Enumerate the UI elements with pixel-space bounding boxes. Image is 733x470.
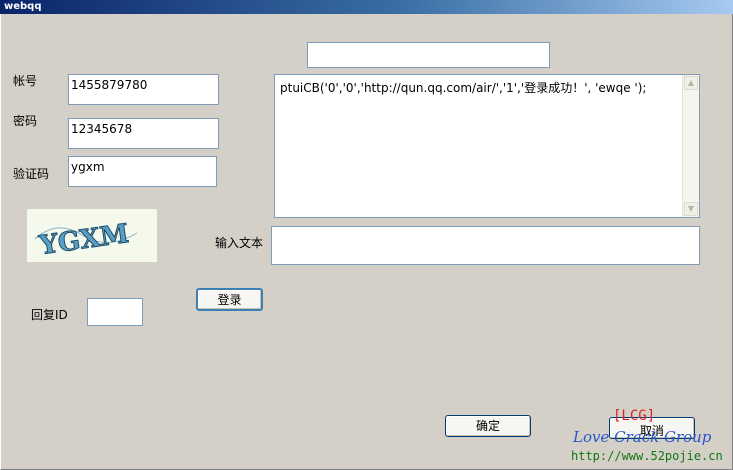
response-textarea[interactable]: ptuiCB('0','0','http://qun.qq.com/air/',… (274, 74, 700, 218)
reply-id-label: 回复ID (31, 308, 68, 322)
account-label: 帐号 (13, 74, 38, 88)
watermark-group: Love Crack Group (573, 428, 712, 446)
watermark-url: http://www.52pojie.cn (571, 449, 723, 463)
reply-id-input[interactable] (87, 298, 143, 326)
captcha-image[interactable]: YGXM (27, 209, 157, 262)
login-button[interactable]: 登录 (196, 288, 263, 311)
window-title-bar[interactable]: webqq (0, 0, 733, 14)
ok-button[interactable]: 确定 (445, 415, 531, 437)
watermark-tag: [LCG] (613, 408, 656, 424)
window-title: webqq (4, 1, 42, 12)
input-text-label: 输入文本 (215, 236, 264, 250)
top-text-field[interactable] (307, 42, 550, 68)
account-input[interactable]: 1455879780 (68, 74, 219, 105)
scroll-down-icon[interactable]: ▼ (684, 202, 698, 216)
verify-code-input[interactable]: ygxm (68, 156, 217, 187)
input-text-field[interactable] (271, 226, 700, 265)
captcha-text: YGXM (37, 219, 131, 261)
verify-code-label: 验证码 (13, 167, 50, 181)
response-scrollbar[interactable]: ▲ ▼ (682, 75, 699, 217)
password-input[interactable]: 12345678 (68, 118, 219, 149)
response-text: ptuiCB('0','0','http://qun.qq.com/air/',… (280, 81, 647, 95)
password-label: 密码 (13, 114, 38, 128)
scroll-up-icon[interactable]: ▲ (684, 76, 698, 90)
